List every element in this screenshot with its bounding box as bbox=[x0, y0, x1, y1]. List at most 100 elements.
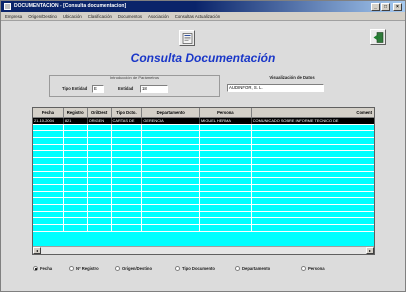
table-row[interactable] bbox=[33, 198, 374, 205]
table-row[interactable] bbox=[33, 151, 374, 159]
table-row[interactable] bbox=[33, 225, 374, 232]
cell-registro: 821 bbox=[64, 118, 88, 124]
empty-cell bbox=[252, 131, 374, 137]
data-view-caption: Visualización de Datos bbox=[269, 75, 315, 80]
table-row[interactable] bbox=[33, 178, 374, 185]
table-row[interactable] bbox=[33, 204, 374, 212]
table-row[interactable]: 21-10-2004 821 ORIGEN CARTAS DE GERENCIA MIGU… bbox=[33, 118, 374, 125]
col-persona[interactable]: Persona bbox=[200, 108, 252, 118]
table-row[interactable] bbox=[33, 171, 374, 179]
sort-registro-radio[interactable]: Nº Registro bbox=[69, 266, 99, 271]
empty-cell bbox=[200, 225, 252, 231]
radio-indicator bbox=[69, 266, 74, 271]
radio-label: Origen/Destino bbox=[122, 266, 153, 271]
horizontal-scrollbar[interactable]: ◂ ▸ bbox=[33, 246, 374, 254]
empty-cell bbox=[252, 138, 374, 144]
empty-cell bbox=[252, 225, 374, 231]
parameters-caption: Introducción de Parámetros bbox=[109, 75, 160, 80]
empty-cell bbox=[64, 158, 88, 164]
cell-departamento: GERENCIA bbox=[142, 118, 201, 124]
empty-cell bbox=[33, 158, 64, 164]
empty-cell bbox=[142, 131, 201, 138]
cell-fecha: 21-10-2004 bbox=[33, 118, 64, 124]
empty-cell bbox=[64, 131, 88, 138]
col-registro[interactable]: Registro bbox=[64, 108, 88, 118]
col-ori-dest[interactable]: Ori/Dest bbox=[88, 108, 112, 118]
sort-fecha-radio[interactable]: Fecha bbox=[33, 266, 52, 271]
app-icon bbox=[4, 3, 11, 10]
table-row[interactable] bbox=[33, 138, 374, 145]
tipo-entidad-field[interactable]: E bbox=[92, 85, 104, 93]
sort-tipo-documento-radio[interactable]: Tipo Documento bbox=[175, 266, 215, 271]
documents-table[interactable]: Fecha Registro Ori/Dest Tipo Dcto. Depar… bbox=[32, 107, 375, 255]
empty-cell bbox=[142, 151, 201, 158]
empty-cell bbox=[112, 198, 143, 204]
empty-cell bbox=[33, 171, 64, 178]
col-departamento[interactable]: Departamento bbox=[142, 108, 201, 118]
exit-button[interactable] bbox=[370, 29, 386, 45]
sort-departamento-radio[interactable]: Departamento bbox=[235, 266, 270, 271]
window-title: DOCUMENTACION - [Consulta documentacion] bbox=[14, 3, 127, 9]
table-row[interactable] bbox=[33, 124, 374, 132]
table-row[interactable] bbox=[33, 164, 374, 172]
empty-cell bbox=[112, 218, 143, 224]
table-row[interactable] bbox=[33, 144, 374, 152]
parameters-panel: Introducción de Parámetros Tipo Entidad … bbox=[49, 75, 220, 97]
empty-cell bbox=[200, 171, 252, 178]
menu-empresa[interactable]: Empresa bbox=[5, 14, 22, 19]
table-header: Fecha Registro Ori/Dest Tipo Dcto. Depar… bbox=[33, 108, 374, 118]
table-row[interactable] bbox=[33, 191, 374, 199]
empty-cell bbox=[88, 225, 112, 231]
table-row[interactable] bbox=[33, 218, 374, 225]
close-button[interactable]: × bbox=[393, 3, 402, 11]
empty-cell bbox=[252, 205, 374, 211]
radio-indicator bbox=[235, 266, 240, 271]
empty-cell bbox=[252, 158, 374, 164]
empty-cell bbox=[112, 225, 143, 231]
scroll-right-button[interactable]: ▸ bbox=[366, 247, 374, 254]
empty-cell bbox=[142, 144, 201, 151]
empty-cell bbox=[88, 178, 112, 184]
empty-cell bbox=[88, 164, 112, 171]
empty-cell bbox=[112, 124, 143, 131]
menu-clasificacion[interactable]: Clasificación bbox=[88, 14, 112, 19]
empty-cell bbox=[33, 211, 64, 218]
empty-cell bbox=[142, 178, 201, 184]
empty-cell bbox=[88, 138, 112, 144]
sort-options: Fecha Nº Registro Origen/Destino Tipo Do… bbox=[33, 266, 373, 276]
empty-cell bbox=[33, 144, 64, 151]
table-row[interactable] bbox=[33, 184, 374, 192]
menu-asociacion[interactable]: Asociación bbox=[148, 14, 169, 19]
empty-cell bbox=[33, 178, 64, 184]
empty-cell bbox=[64, 184, 88, 191]
table-row[interactable] bbox=[33, 211, 374, 219]
table-row[interactable] bbox=[33, 158, 374, 165]
empty-cell bbox=[252, 192, 374, 198]
empty-cell bbox=[200, 124, 252, 131]
document-button[interactable] bbox=[179, 30, 195, 46]
col-fecha[interactable]: Fecha bbox=[33, 108, 64, 118]
empty-cell bbox=[112, 164, 143, 171]
menu-origen-destino[interactable]: Origen/Destino bbox=[28, 14, 57, 19]
menu-ubicacion[interactable]: Ubicación bbox=[63, 14, 82, 19]
table-row[interactable] bbox=[33, 131, 374, 139]
entidad-field[interactable]: 18 bbox=[140, 85, 168, 93]
col-comentario[interactable]: Coment bbox=[252, 108, 374, 118]
minimize-button[interactable]: _ bbox=[371, 3, 380, 11]
sort-origen-destino-radio[interactable]: Origen/Destino bbox=[115, 266, 152, 271]
menu-consultas[interactable]: Consultas Actualización bbox=[175, 14, 220, 19]
sort-persona-radio[interactable]: Persona bbox=[301, 266, 325, 271]
tipo-entidad-label: Tipo Entidad bbox=[62, 86, 88, 91]
empty-cell bbox=[64, 164, 88, 171]
maximize-button[interactable]: □ bbox=[381, 3, 390, 11]
empty-cell bbox=[142, 211, 201, 218]
menu-documentos[interactable]: Documentos bbox=[118, 14, 142, 19]
empty-cell bbox=[200, 191, 252, 198]
empty-cell bbox=[252, 145, 374, 151]
title-bar[interactable]: DOCUMENTACION - [Consulta documentacion]… bbox=[1, 1, 405, 12]
col-tipo-dcto[interactable]: Tipo Dcto. bbox=[112, 108, 143, 118]
scroll-left-button[interactable]: ◂ bbox=[33, 247, 41, 254]
empty-cell bbox=[64, 178, 88, 184]
empty-cell bbox=[88, 171, 112, 178]
entity-name-field: AUDINFOR, S. L. bbox=[227, 84, 324, 92]
